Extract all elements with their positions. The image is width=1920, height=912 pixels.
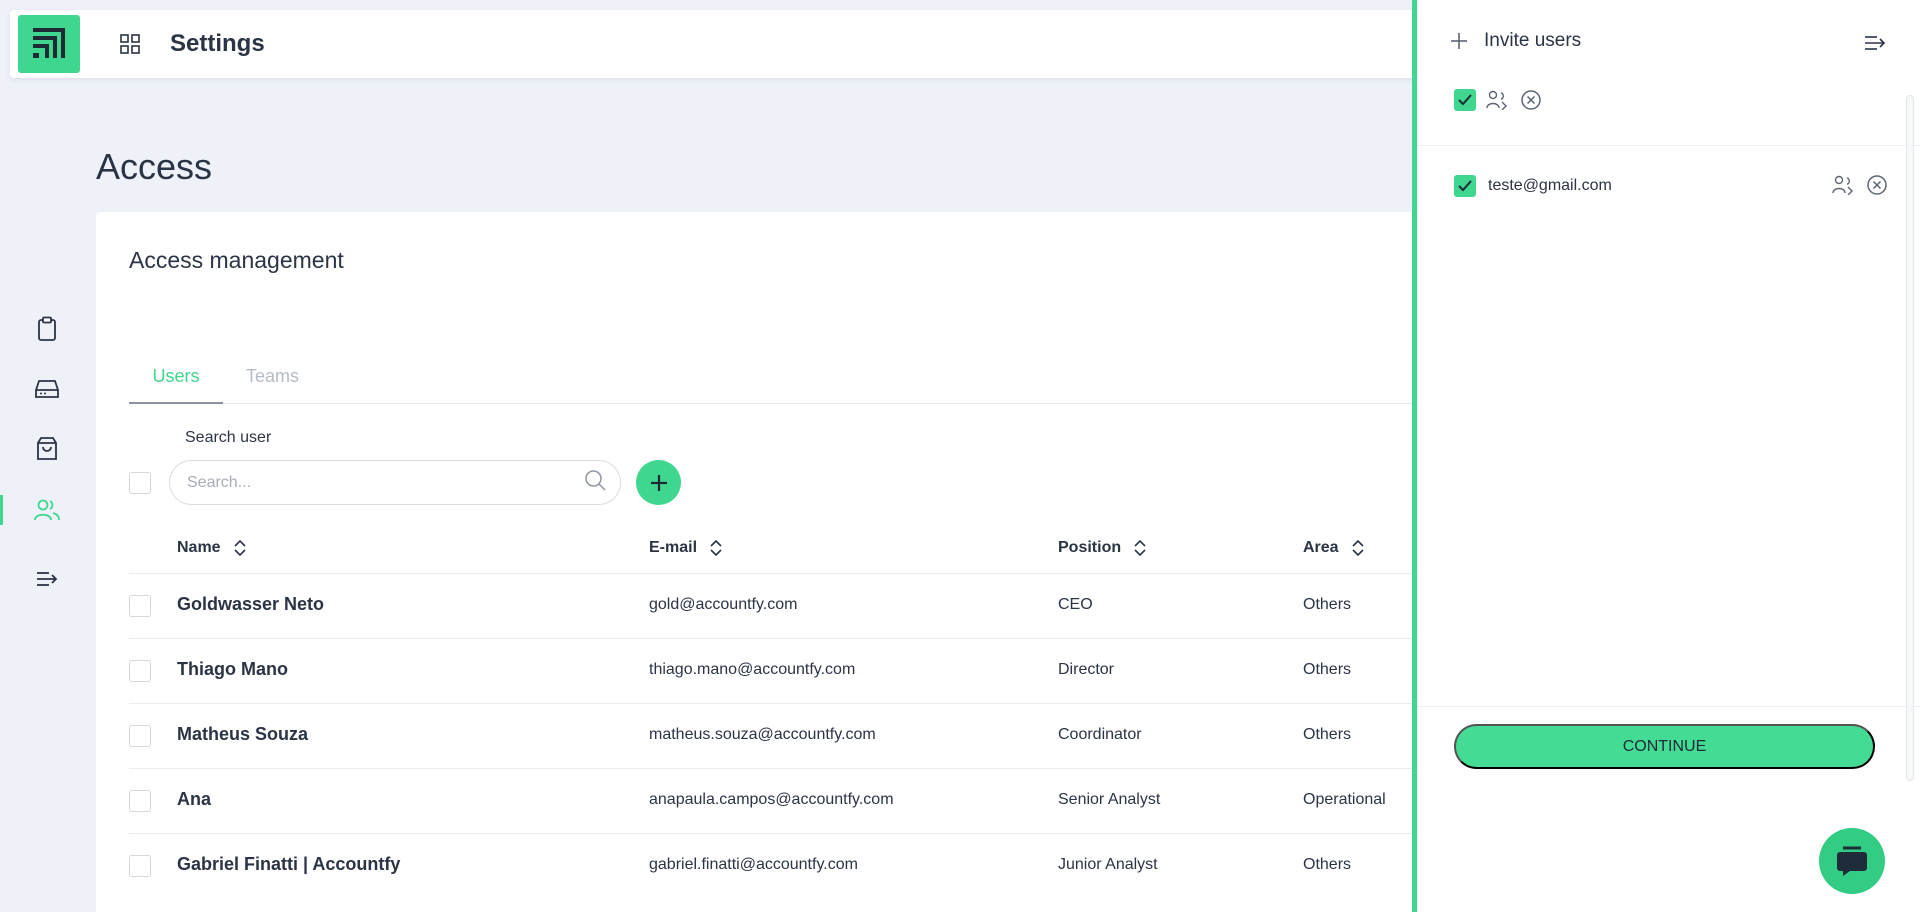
table-row[interactable]: Ana anapaula.campos@accountfy.com Senior… [129, 768, 1529, 833]
invite-item[interactable]: teste@gmail.com [1454, 174, 1888, 198]
user-name: Gabriel Finatti | Accountfy [177, 854, 401, 874]
search-input[interactable] [187, 473, 584, 492]
column-header-name[interactable]: Name [177, 539, 247, 557]
add-user-button[interactable] [636, 460, 681, 505]
user-email: anapaula.campos@accountfy.com [649, 791, 894, 808]
user-name: Matheus Souza [177, 724, 309, 744]
search-label: Search user [185, 429, 272, 446]
sort-icon[interactable] [1133, 539, 1147, 557]
top-bar: Settings [10, 10, 1450, 78]
sort-icon[interactable] [233, 539, 247, 557]
panel-footer-divider [1417, 706, 1920, 707]
row-checkbox[interactable] [129, 660, 151, 682]
nav-active-indicator [0, 495, 3, 525]
bag-icon[interactable] [30, 432, 64, 466]
check-icon [1458, 94, 1472, 106]
search-icon[interactable] [584, 469, 606, 496]
table-row[interactable]: Thiago Mano thiago.mano@accountfy.com Di… [129, 638, 1529, 703]
sort-icon[interactable] [709, 539, 723, 557]
column-position-label: Position [1058, 539, 1122, 556]
user-email: gabriel.finatti@accountfy.com [649, 856, 858, 873]
clipboard-icon[interactable] [30, 312, 64, 346]
column-email-label: E-mail [649, 539, 698, 556]
column-header-email[interactable]: E-mail [649, 539, 723, 557]
column-header-position[interactable]: Position [1058, 539, 1147, 557]
search-field[interactable] [169, 460, 621, 505]
invite-email: teste@gmail.com [1488, 177, 1612, 194]
chat-bubble-icon [1837, 846, 1867, 876]
user-position: Senior Analyst [1058, 791, 1161, 808]
check-icon [1458, 180, 1472, 192]
invite-checkbox[interactable] [1454, 175, 1476, 197]
continue-button[interactable]: CONTINUE [1454, 724, 1875, 769]
sort-icon[interactable] [1351, 539, 1365, 557]
column-name-label: Name [177, 539, 221, 556]
remove-invite-icon[interactable] [1866, 174, 1888, 196]
drive-icon[interactable] [30, 372, 64, 406]
tabs: Users Teams [129, 352, 1529, 404]
user-area: Others [1303, 726, 1352, 743]
tab-users[interactable]: Users [129, 366, 223, 404]
page-section-title: Settings [170, 30, 265, 57]
user-position: Director [1058, 661, 1115, 678]
user-name: Goldwasser Neto [177, 594, 325, 614]
panel-divider [1417, 145, 1920, 146]
users-icon[interactable] [30, 493, 64, 527]
panel-scrollbar[interactable] [1906, 95, 1914, 781]
table-row[interactable]: Goldwasser Neto gold@accountfy.com CEO O… [129, 573, 1529, 638]
invite-actions [1832, 174, 1888, 196]
select-all-invites-checkbox[interactable] [1454, 89, 1476, 111]
panel-title: Invite users [1484, 30, 1582, 51]
table-row[interactable]: Matheus Souza matheus.souza@accountfy.co… [129, 703, 1529, 768]
user-email: thiago.mano@accountfy.com [649, 661, 856, 678]
row-checkbox[interactable] [129, 855, 151, 877]
user-area: Others [1303, 856, 1352, 873]
app-logo[interactable] [18, 15, 80, 73]
user-area: Operational [1303, 791, 1386, 808]
table-row[interactable]: Gabriel Finatti | Accountfy gabriel.fina… [129, 833, 1529, 898]
remove-all-icon[interactable] [1520, 89, 1542, 111]
row-checkbox[interactable] [129, 595, 151, 617]
select-all-checkbox[interactable] [129, 472, 151, 494]
menu-icon[interactable] [30, 562, 64, 596]
access-management-card: Access management Users Teams Search use… [96, 212, 1529, 912]
tab-teams[interactable]: Teams [246, 366, 299, 387]
card-title: Access management [129, 247, 344, 273]
invite-users-header[interactable]: Invite users [1450, 30, 1581, 52]
user-position: CEO [1058, 596, 1093, 613]
column-area-label: Area [1303, 539, 1339, 556]
user-email: matheus.souza@accountfy.com [649, 726, 876, 743]
apps-grid-icon[interactable] [118, 32, 142, 56]
row-checkbox[interactable] [129, 790, 151, 812]
plus-icon [650, 474, 667, 491]
bulk-actions-row [1454, 89, 1542, 111]
invite-users-panel: Invite users teste@gmail.com CONTINUE [1412, 0, 1920, 912]
user-email: gold@accountfy.com [649, 596, 798, 613]
user-name: Thiago Mano [177, 659, 288, 679]
user-position: Junior Analyst [1058, 856, 1158, 873]
assign-team-icon[interactable] [1832, 175, 1856, 195]
logo-mark-icon [33, 28, 65, 58]
row-checkbox[interactable] [129, 725, 151, 747]
collapse-panel-icon[interactable] [1864, 34, 1886, 57]
user-position: Coordinator [1058, 726, 1142, 743]
assign-team-icon[interactable] [1486, 90, 1510, 110]
chat-support-button[interactable] [1819, 828, 1885, 894]
page-title: Access [96, 146, 213, 187]
plus-icon [1451, 33, 1467, 49]
user-area: Others [1303, 661, 1352, 678]
user-name: Ana [177, 789, 212, 809]
column-header-area[interactable]: Area [1303, 539, 1365, 557]
user-area: Others [1303, 596, 1352, 613]
